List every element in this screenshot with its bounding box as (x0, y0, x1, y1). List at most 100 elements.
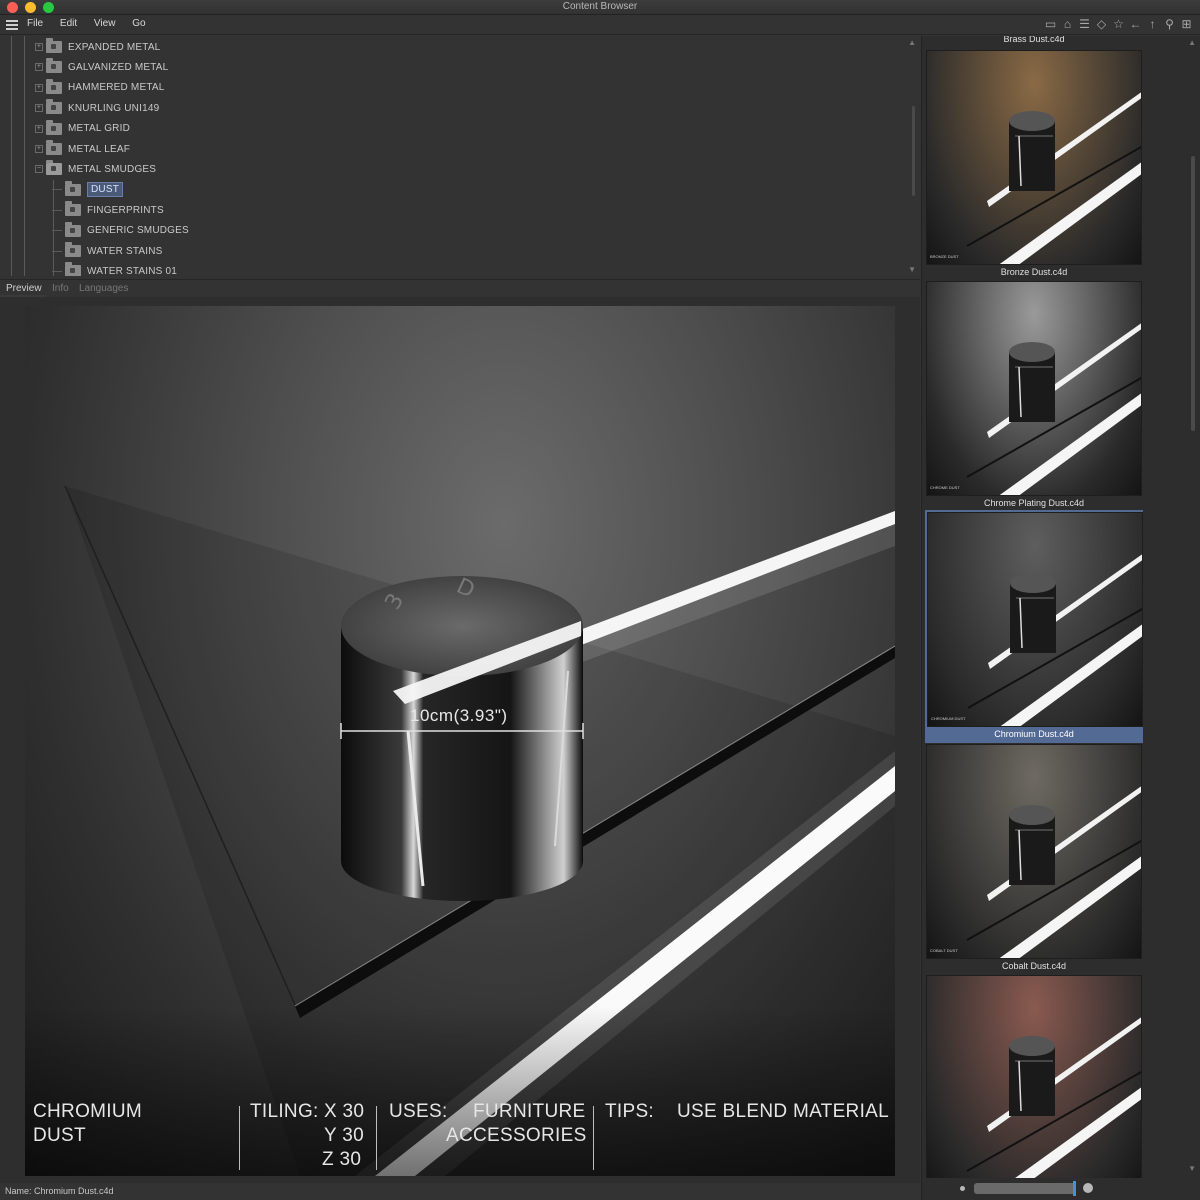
menu-edit[interactable]: Edit (60, 18, 77, 29)
zoom-out-icon[interactable] (960, 1186, 965, 1191)
folder-icon (65, 262, 81, 276)
expand-icon[interactable]: + (35, 43, 43, 51)
thumbnail-caption: Bronze Dust.c4d (1000, 267, 1068, 277)
layout-icon[interactable]: ▭ (1043, 17, 1058, 32)
tips-label: TIPS: (605, 1101, 655, 1122)
tree-scroll-down-icon[interactable]: ▼ (908, 265, 916, 274)
tree-item-label: EXPANDED METAL (68, 41, 161, 53)
tree-connector (52, 189, 62, 191)
status-bar: Name: Chromium Dust.c4d (0, 1183, 920, 1200)
tree-item[interactable]: GENERIC SMUDGES (52, 221, 189, 241)
material-info-overlay: CHROMIUM DUST TILING: X 30 Y 30 Z 30 USE… (25, 1096, 895, 1176)
thumbnail-image: COBALT DUST (926, 744, 1142, 959)
thumb-caption-partial[interactable]: Brass Dust.c4d (926, 36, 1142, 46)
tab-preview[interactable]: Preview (6, 283, 42, 294)
expand-icon[interactable]: + (35, 145, 43, 153)
thumbnail-overlay-name: CHROME DUST (930, 485, 960, 490)
material-thumbnail[interactable] (926, 975, 1142, 1190)
tree-item-label: GALVANIZED METAL (68, 61, 169, 73)
thumbnail-overlay-name: COBALT DUST (930, 948, 958, 953)
home-icon[interactable]: ⌂ (1060, 17, 1075, 32)
folder-icon (65, 201, 81, 217)
thumbs-scroll-up-icon[interactable]: ▲ (1188, 38, 1196, 47)
thumbs-scrollbar[interactable] (1191, 156, 1195, 431)
star-icon[interactable]: ☆ (1111, 17, 1126, 32)
tree-connector (52, 230, 62, 232)
menu-go[interactable]: Go (132, 18, 145, 29)
folder-icon (65, 180, 81, 196)
material-name-line2: DUST (33, 1125, 86, 1146)
tree-item[interactable]: + METAL GRID (35, 119, 130, 139)
tiling-z: Z 30 (322, 1149, 362, 1170)
tree-item[interactable]: WATER STAINS (52, 241, 163, 261)
zoom-slider-track[interactable] (974, 1183, 1076, 1194)
folder-icon (46, 38, 62, 53)
material-thumbnail[interactable]: COBALT DUST Cobalt Dust.c4d (926, 744, 1142, 973)
tree-connector (52, 209, 62, 211)
tree-item[interactable]: + EXPANDED METAL (35, 37, 160, 57)
tree-item-label: FINGERPRINTS (87, 204, 164, 216)
tree-item[interactable]: + KNURLING UNI149 (35, 98, 159, 118)
thumbnail-caption: Chrome Plating Dust.c4d (983, 498, 1085, 508)
menu-view[interactable]: View (94, 18, 116, 29)
new-window-icon[interactable]: ⊞ (1179, 17, 1194, 32)
tree-item[interactable]: WATER STAINS 01 (52, 261, 177, 276)
title-bar: Content Browser (0, 0, 1200, 15)
back-icon[interactable]: ← (1128, 17, 1143, 32)
material-thumbnail[interactable]: CHROMIUM DUST Chromium Dust.c4d (925, 510, 1143, 743)
folder-tree: + EXPANDED METAL + GALVANIZED METAL + HAMMERE… (0, 36, 920, 276)
tree-scrollbar[interactable] (912, 106, 915, 196)
tree-item-label: WATER STAINS 01 (87, 265, 178, 276)
tab-bar: Preview Info Languages (0, 279, 920, 297)
zoom-slider-handle[interactable] (1073, 1181, 1076, 1196)
tiling-label: TILING: (250, 1101, 319, 1122)
thumbnail-caption: Cobalt Dust.c4d (1001, 961, 1067, 971)
tree-item-label: DUST (87, 182, 124, 198)
up-icon[interactable]: ↑ (1145, 17, 1160, 32)
overlay-divider (593, 1106, 594, 1170)
tab-info[interactable]: Info (52, 283, 69, 294)
tree-item[interactable]: DUST (52, 180, 124, 200)
thumbnail-image: BRONZE DUST (926, 50, 1142, 265)
expand-icon[interactable]: + (35, 63, 43, 72)
tree-item[interactable]: FINGERPRINTS (52, 200, 164, 220)
material-thumbnail[interactable]: CHROME DUST Chrome Plating Dust.c4d (926, 281, 1142, 510)
thumbnail-zoom-bar (922, 1178, 1200, 1200)
tree-guide-line (11, 36, 12, 276)
thumbnail-image (926, 975, 1142, 1190)
filter-icon[interactable]: ☰ (1077, 17, 1092, 32)
zoom-in-icon[interactable] (1083, 1183, 1093, 1193)
menu-file[interactable]: File (27, 18, 43, 29)
overlay-divider (376, 1106, 377, 1170)
tree-item[interactable]: + HAMMERED METAL (35, 78, 165, 98)
folder-icon (46, 78, 62, 94)
tab-languages[interactable]: Languages (79, 283, 129, 294)
expand-icon[interactable]: + (35, 83, 43, 92)
material-name-line1: CHROMIUM (33, 1101, 142, 1122)
search-icon[interactable]: ⚲ (1162, 17, 1177, 32)
thumbnail-overlay-name: BRONZE DUST (930, 254, 959, 259)
hamburger-menu-icon[interactable] (6, 20, 18, 30)
tree-scroll-up-icon[interactable]: ▲ (908, 38, 916, 47)
status-name: Name: Chromium Dust.c4d (5, 1186, 114, 1196)
tree-item-label: GENERIC SMUDGES (87, 225, 189, 237)
tree-item-label: METAL LEAF (68, 143, 131, 155)
tree-connector (52, 270, 62, 272)
tree-item[interactable]: + GALVANIZED METAL (35, 57, 168, 77)
uses-line1: FURNITURE (473, 1101, 586, 1122)
folder-icon (46, 119, 62, 135)
menu-bar: File Edit View Go ▭ ⌂ ☰ ◇ ☆ ← ↑ ⚲ ⊞ (0, 15, 1200, 35)
tree-item[interactable]: + METAL LEAF (35, 139, 130, 159)
uses-line2: ACCESSORIES (446, 1125, 587, 1146)
thumbnail-caption: Chromium Dust.c4d (994, 729, 1074, 739)
collapse-icon[interactable]: − (35, 165, 43, 174)
tree-item-label: METAL SMUDGES (68, 163, 157, 175)
folder-icon (65, 221, 81, 237)
expand-icon[interactable]: + (35, 104, 43, 113)
material-thumbnail[interactable]: BRONZE DUST Bronze Dust.c4d (926, 50, 1142, 279)
tree-item[interactable]: − METAL SMUDGES (35, 159, 156, 179)
expand-icon[interactable]: + (35, 124, 43, 133)
thumbs-scroll-down-icon[interactable]: ▼ (1188, 1164, 1196, 1173)
folder-icon (65, 242, 81, 257)
cube-icon[interactable]: ◇ (1094, 17, 1109, 32)
